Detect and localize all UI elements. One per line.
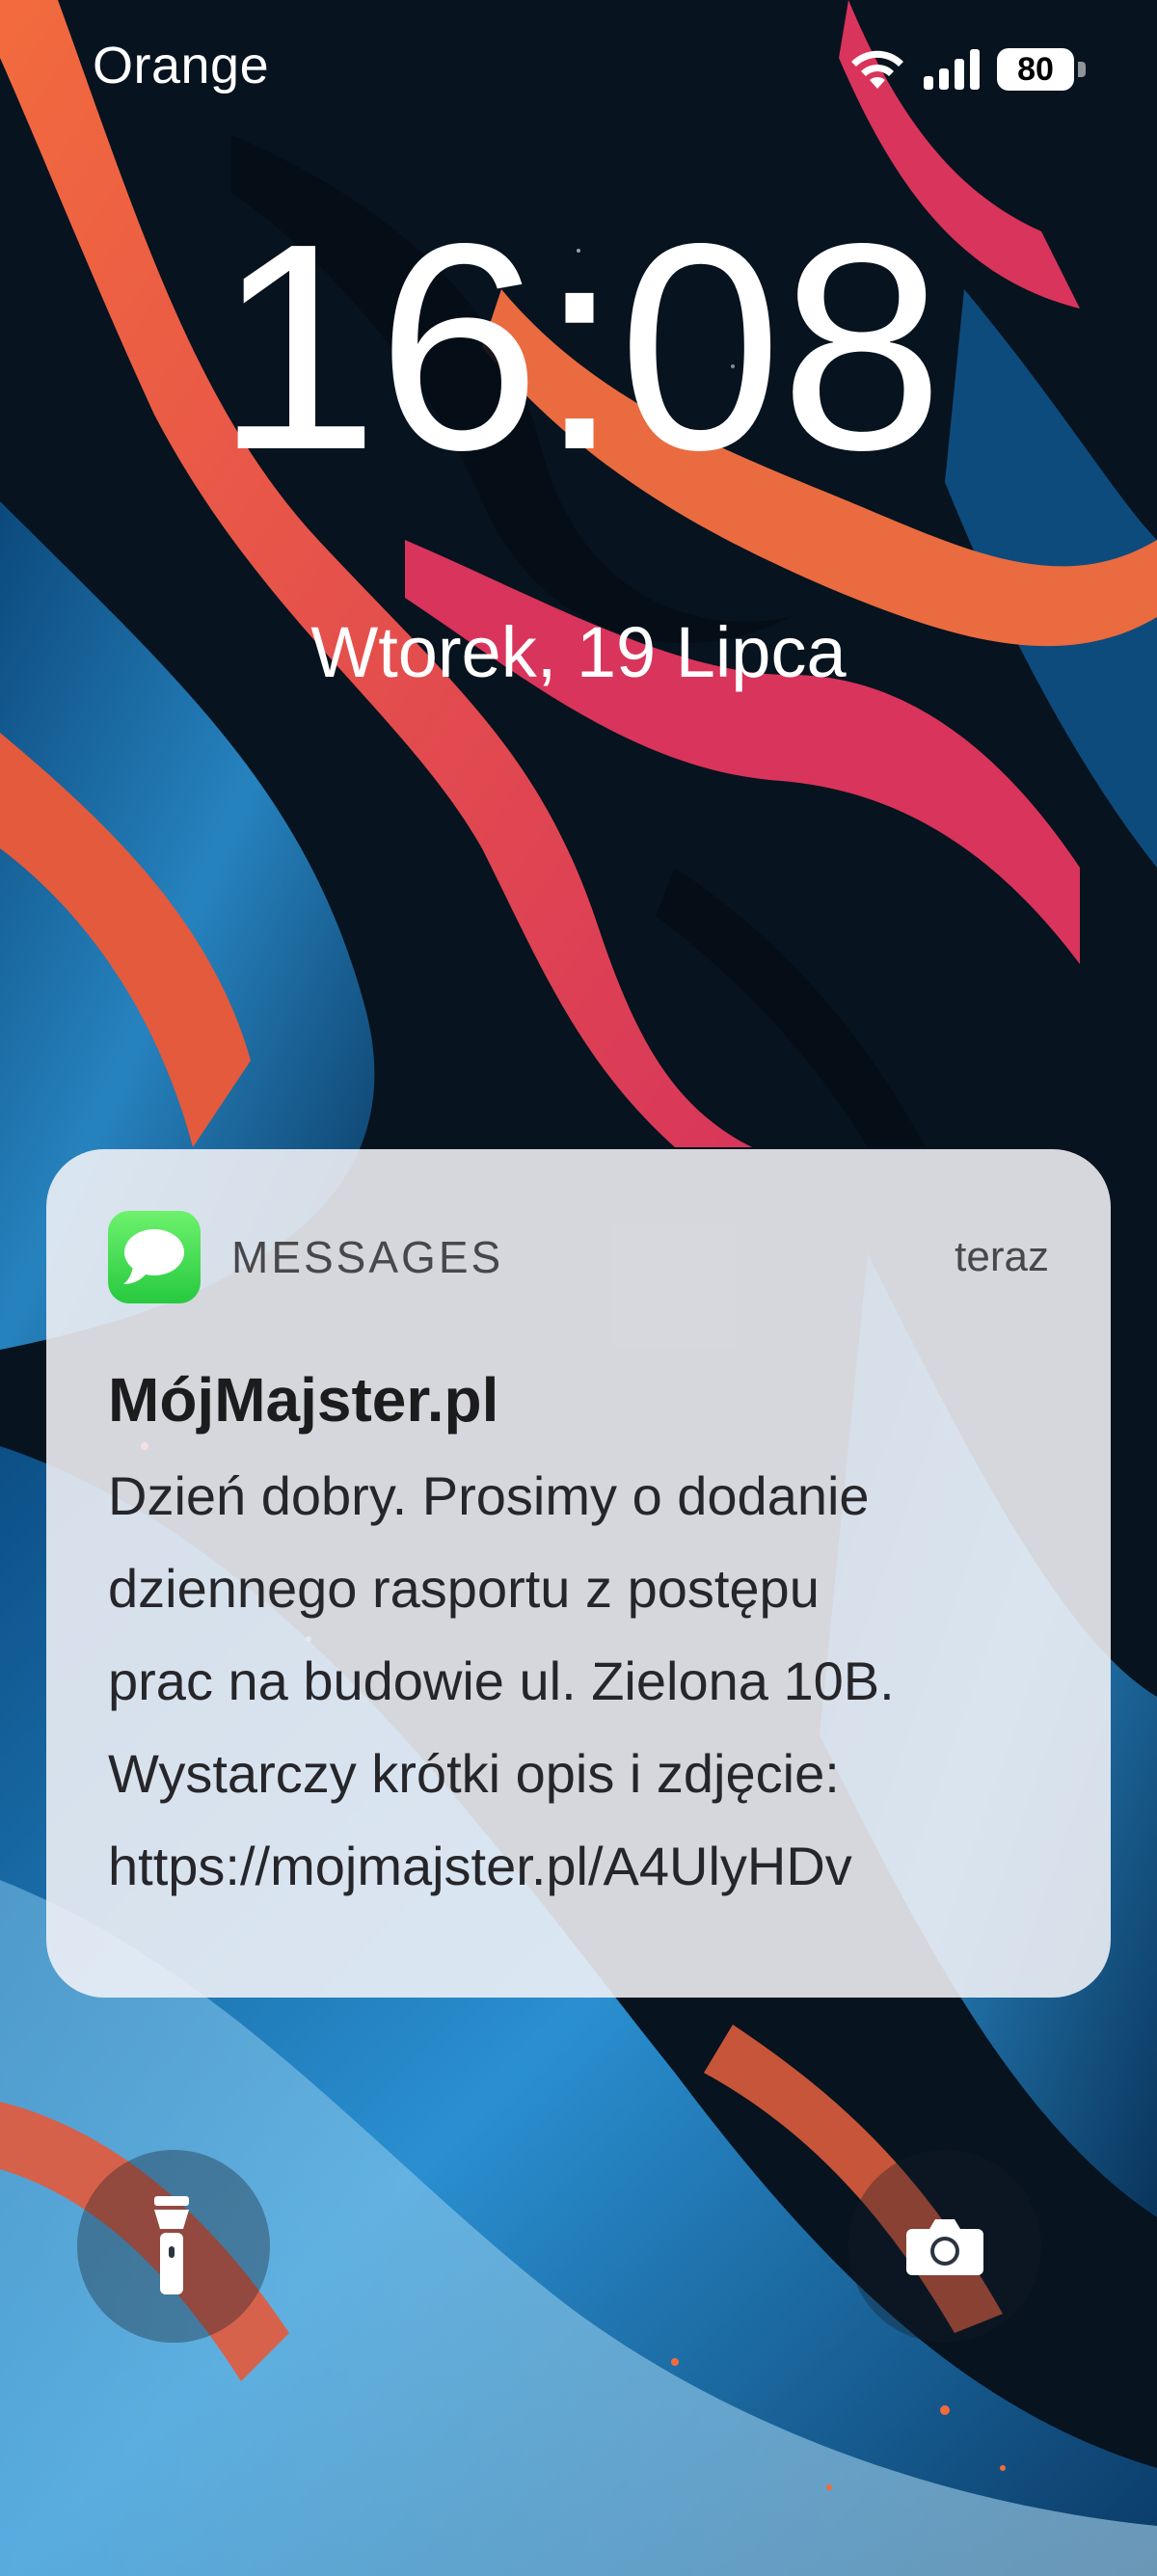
signal-icon [924,49,980,90]
battery-icon: 80 [997,48,1086,91]
flashlight-button[interactable] [77,2150,270,2343]
battery-level: 80 [997,48,1074,91]
notification-header: MESSAGES teraz [108,1211,1049,1303]
notification-app-name: MESSAGES [231,1232,504,1282]
message-line: Dzień dobry. Prosimy o dodanie [108,1465,870,1526]
message-link[interactable]: https://mojmajster.pl/A4UlyHDv [108,1820,1063,1913]
notification-time: teraz [955,1233,1049,1280]
notification-sender: MójMajster.pl [108,1365,499,1435]
battery-cap [1078,62,1086,77]
status-bar: Orange 80 [0,0,1157,135]
messages-app-icon [108,1211,201,1303]
carrier-name: Orange [93,37,270,94]
wifi-icon [851,50,903,89]
lock-screen-time: 16:08 [215,182,943,511]
status-icons: 80 [847,42,1086,96]
message-notification[interactable]: MESSAGES teraz MójMajster.pl Dzień dobry… [46,1149,1111,1998]
camera-button[interactable] [848,2150,1041,2343]
lock-screen-date: Wtorek, 19 Lipca [310,612,847,692]
message-line: dziennego rasportu z postępu [108,1558,820,1619]
notification-message-body: Dzień dobry. Prosimy o dodanie dziennego… [108,1450,1063,1913]
camera-icon [906,2219,983,2275]
flashlight-icon [154,2196,189,2294]
message-line: prac na budowie ul. Zielona 10B. [108,1650,895,1711]
message-line: Wystarczy krótki opis i zdjęcie: [108,1743,840,1804]
